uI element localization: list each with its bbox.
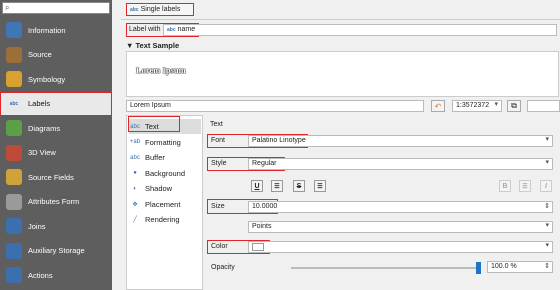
format-icon[interactable]: ☰ (314, 180, 326, 192)
tab-rendering[interactable]: ╱ Rendering (129, 212, 201, 227)
mode-label: Single labels (140, 6, 181, 13)
sidebar-item-information[interactable]: Information (0, 18, 112, 42)
reset-icon[interactable]: ↶ (431, 100, 445, 112)
format-icon[interactable]: ☰ (519, 180, 531, 192)
abc-label-icon: abc (6, 95, 22, 112)
sidebar-item-symbology[interactable]: Symbology (0, 67, 112, 91)
background-icon: ● (133, 170, 137, 176)
sidebar-item-attributes-form[interactable]: Attributes Form (0, 190, 112, 214)
sidebar-item-label: Labels (28, 99, 51, 108)
font-combo[interactable]: Palatino Linotype (248, 135, 553, 147)
form-icon (6, 193, 22, 210)
sidebar-item-label: Source Fields (28, 172, 74, 182)
extra-field[interactable] (527, 100, 560, 112)
style-combo[interactable]: Regular (248, 158, 553, 170)
sidebar-item-auxiliary-storage[interactable]: Auxiliary Storage (0, 239, 112, 263)
sidebar-item-label: Source (28, 50, 52, 59)
label-field-input[interactable]: abc name (163, 24, 557, 36)
sidebar-item-label: Auxiliary Storage (28, 246, 85, 255)
text-sample-preview: Lorem Ipsum (126, 51, 559, 97)
bold-button[interactable]: B (499, 180, 511, 192)
mode-dropdown[interactable]: abc Single labels (126, 3, 194, 16)
text-sample-header[interactable]: ▼ Text Sample (126, 41, 179, 50)
format-icon[interactable]: ☰ (271, 180, 283, 192)
text-heading: Text (210, 121, 223, 128)
sidebar-item-label: Information (28, 25, 66, 35)
preview-text: Lorem Ipsum (136, 65, 186, 75)
tab-label: Formatting (145, 137, 181, 147)
tab-list: abc Text +ab Formatting abc Buffer ● Background… (126, 115, 203, 290)
sidebar-item-source[interactable]: Source (0, 43, 112, 67)
label-with-label: Label with (129, 26, 161, 33)
tab-shadow[interactable]: ◐ Shadow (129, 181, 201, 196)
strikethrough-button[interactable]: S (293, 180, 305, 192)
formatting-icon: +ab (129, 139, 141, 145)
sample-text-input[interactable]: Lorem Ipsum (126, 100, 424, 112)
sidebar-item-joins[interactable]: Joins (0, 214, 112, 238)
divider (121, 19, 560, 20)
cube-icon (6, 144, 22, 161)
tab-label: Shadow (145, 184, 173, 193)
opacity-label: Opacity (211, 264, 235, 271)
color-label: Color (211, 243, 228, 250)
tab-label: Background (145, 168, 186, 178)
tab-background[interactable]: ● Background (129, 166, 201, 181)
brush-icon (6, 71, 22, 87)
text-tab-highlight (128, 116, 180, 132)
sidebar-item-label: Diagrams (28, 123, 61, 133)
sidebar-item-label: Joins (28, 221, 46, 231)
tab-formatting[interactable]: +ab Formatting (129, 135, 201, 150)
font-label: Font (211, 137, 226, 144)
diagram-icon (6, 120, 22, 136)
shadow-icon: ◐ (133, 185, 137, 192)
gear-icon (6, 267, 22, 283)
sidebar-item-label: 3D View (28, 148, 56, 157)
sidebar: ⌕ Information Source Symbology abc Labels Dia… (0, 0, 112, 290)
tab-buffer[interactable]: abc Buffer (129, 150, 201, 165)
color-swatch (252, 243, 264, 251)
opacity-slider-handle[interactable] (476, 262, 481, 274)
database-icon (6, 242, 22, 259)
abc-icon: abc (167, 27, 176, 33)
underline-button[interactable]: U (251, 180, 263, 192)
table-icon (6, 169, 22, 185)
placement-icon: ✥ (132, 201, 138, 208)
sidebar-item-source-fields[interactable]: Source Fields (0, 165, 112, 189)
tab-placement[interactable]: ✥ Placement (129, 197, 201, 212)
size-spinbox[interactable]: 10.0000 (248, 201, 553, 213)
info-icon (6, 22, 22, 38)
tab-label: Buffer (145, 153, 165, 162)
search-icon: ⌕ (5, 3, 10, 12)
sidebar-item-label: Symbology (28, 74, 66, 84)
map-scale-icon[interactable]: ⧉ (507, 100, 521, 112)
tab-label: Placement (145, 199, 181, 209)
buffer-icon: abc (130, 154, 140, 161)
sidebar-item-labels[interactable]: abc Labels (0, 91, 112, 116)
opacity-slider-track[interactable] (291, 267, 481, 269)
scale-combo[interactable]: 1:3572372 (452, 100, 502, 112)
rendering-icon: ╱ (133, 217, 137, 223)
abc-icon: abc (130, 6, 139, 13)
join-icon (6, 218, 22, 234)
sidebar-item-label: Attributes Form (28, 197, 80, 206)
label-field-value: name (177, 26, 196, 33)
color-button[interactable] (248, 241, 553, 253)
size-label: Size (211, 203, 225, 210)
sidebar-item-diagrams[interactable]: Diagrams (0, 116, 112, 140)
wrench-icon (6, 46, 22, 63)
search-input[interactable]: ⌕ (2, 2, 110, 14)
tab-label: Rendering (145, 215, 180, 224)
sidebar-item-3d-view[interactable]: 3D View (0, 141, 112, 165)
italic-button[interactable]: I (540, 180, 552, 192)
style-label: Style (211, 160, 227, 167)
main-panel: abc Single labels Label with abc name ▼ … (121, 0, 560, 290)
opacity-spinbox[interactable]: 100.0 % (487, 261, 553, 273)
sidebar-item-label: Actions (28, 270, 53, 280)
unit-combo[interactable]: Points (248, 221, 553, 233)
sidebar-item-actions[interactable]: Actions (0, 263, 112, 287)
